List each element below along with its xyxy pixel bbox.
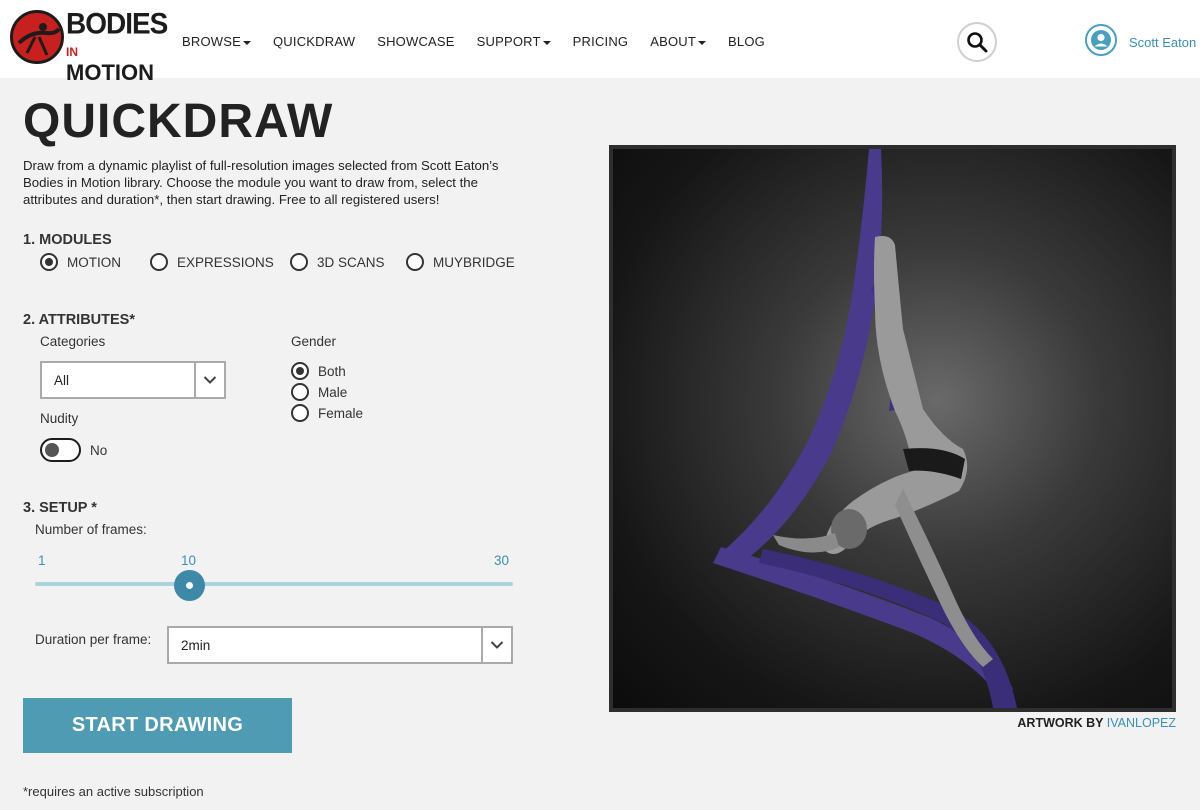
duration-select[interactable]: 2min [167,626,513,664]
radio-unchecked-icon [291,404,309,422]
chevron-down-icon [542,40,551,45]
nav-blog[interactable]: BLOG [728,34,765,49]
user-name-link[interactable]: Scott Eaton [1129,35,1196,50]
subscription-footnote: *requires an active subscription [23,784,204,799]
nudity-label: Nudity [40,411,79,426]
setup-heading: 3. SETUP * [23,500,97,516]
logo-emblem [10,10,64,64]
radio-unchecked-icon [150,253,168,271]
nav-showcase[interactable]: SHOWCASE [377,34,454,49]
nav-pricing[interactable]: PRICING [573,34,629,49]
frames-min: 1 [38,553,46,568]
nudity-toggle[interactable] [40,438,81,462]
chevron-down-icon [698,40,707,45]
logo-wordmark: BODIES IN MOTION [66,7,168,85]
frames-label: Number of frames: [35,522,147,537]
frames-max: 30 [494,553,510,568]
page-title: QUICKDRAW [23,95,334,148]
toggle-knob [45,443,59,457]
radio-unchecked-icon [406,253,424,271]
module-option-3d-scans[interactable]: 3D SCANS [290,253,385,271]
module-option-motion[interactable]: MOTION [40,253,121,271]
artist-link[interactable]: IVANLOPEZ [1107,716,1176,730]
chevron-down-icon [242,40,251,45]
search-icon [967,32,988,53]
attributes-heading: 2. ATTRIBUTES* [23,312,135,328]
site-header: BODIES IN MOTION BROWSE QUICKDRAW SHOWCA… [0,0,1200,84]
artwork-image [613,149,1172,708]
nudity-value: No [90,443,108,458]
nav-support[interactable]: SUPPORT [477,34,551,49]
radio-checked-icon [40,253,58,271]
user-icon [1091,30,1111,50]
main-nav: BROWSE QUICKDRAW SHOWCASE SUPPORT PRICIN… [182,34,765,49]
radio-checked-icon [291,362,309,380]
frames-value: 10 [181,553,197,568]
modules-heading: 1. MODULES [23,232,112,248]
artwork-credit: ARTWORK BY IVANLOPEZ [1017,716,1176,730]
brand-logo[interactable]: BODIES IN MOTION [10,8,168,84]
gender-option-male[interactable]: Male [291,383,347,401]
duration-label: Duration per frame: [35,632,152,647]
module-option-expressions[interactable]: EXPRESSIONS [150,253,274,271]
chevron-down-icon [194,363,224,397]
module-option-muybridge[interactable]: MUYBRIDGE [406,253,515,271]
radio-unchecked-icon [291,383,309,401]
search-button[interactable] [957,22,997,62]
gender-label: Gender [291,334,337,349]
nav-quickdraw[interactable]: QUICKDRAW [273,34,355,49]
radio-unchecked-icon [290,253,308,271]
categories-value: All [54,372,70,388]
user-avatar[interactable] [1085,24,1117,56]
frames-slider-handle[interactable] [174,570,205,601]
start-drawing-button[interactable]: START DRAWING [23,698,292,753]
frames-slider-track[interactable] [35,582,513,586]
chevron-down-icon [481,628,511,662]
gender-option-female[interactable]: Female [291,404,363,422]
gender-option-both[interactable]: Both [291,362,346,380]
categories-select[interactable]: All [40,361,226,399]
nav-browse[interactable]: BROWSE [182,34,251,49]
artwork-frame [609,145,1176,712]
duration-value: 2min [181,637,211,653]
intro-text: Draw from a dynamic playlist of full-res… [23,158,499,207]
nav-about[interactable]: ABOUT [650,34,707,49]
categories-label: Categories [40,334,106,349]
